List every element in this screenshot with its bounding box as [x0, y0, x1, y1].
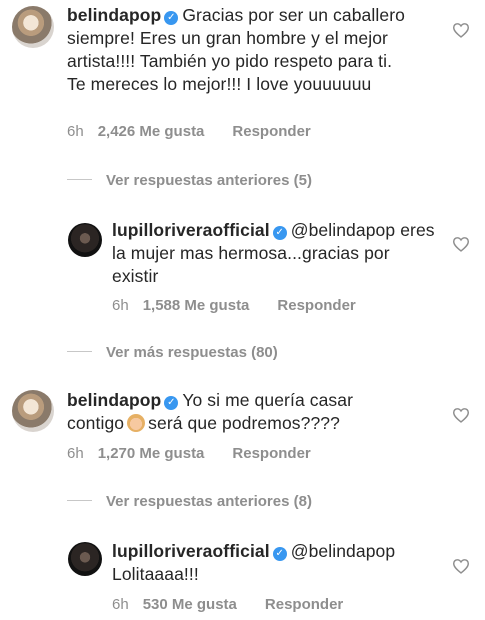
- username[interactable]: belindapop: [67, 5, 161, 25]
- toggle-label: Ver más respuestas (80): [106, 344, 278, 361]
- verified-badge-icon: ✓: [272, 226, 287, 240]
- comment-text-continued: será que podremos????: [148, 413, 340, 433]
- toggle-label: Ver respuestas anteriores (8): [106, 493, 312, 510]
- comment-meta: 6h 2,426 Me gusta Responder: [67, 123, 311, 140]
- view-more-replies-button[interactable]: Ver más respuestas (80): [67, 344, 278, 361]
- comment-text: Lolitaaaa!!!: [112, 564, 199, 584]
- heart-outline-icon[interactable]: [452, 22, 470, 38]
- divider: [67, 179, 92, 180]
- mention-link[interactable]: @belindapop: [291, 541, 396, 561]
- like-count[interactable]: 1,270 Me gusta: [98, 445, 205, 462]
- heart-outline-icon[interactable]: [452, 558, 470, 574]
- verified-badge-icon: ✓: [272, 547, 287, 561]
- view-previous-replies-button[interactable]: Ver respuestas anteriores (5): [67, 172, 312, 189]
- like-count[interactable]: 530 Me gusta: [143, 596, 237, 613]
- avatar[interactable]: [68, 223, 102, 257]
- like-count[interactable]: 1,588 Me gusta: [143, 297, 250, 314]
- divider: [67, 351, 92, 352]
- avatar[interactable]: [12, 6, 54, 48]
- view-previous-replies-button[interactable]: Ver respuestas anteriores (8): [67, 493, 312, 510]
- username[interactable]: belindapop: [67, 390, 161, 410]
- comment-body: lupilloriveraofficial ✓ @belindapop eres l…: [112, 219, 437, 288]
- reply-button[interactable]: Responder: [265, 596, 343, 613]
- comment-body: belindapop ✓ Yo si me quería casar contigo…: [67, 389, 412, 435]
- avatar[interactable]: [68, 542, 102, 576]
- timestamp[interactable]: 6h: [112, 596, 129, 613]
- verified-badge-icon: ✓: [164, 396, 179, 410]
- timestamp[interactable]: 6h: [67, 445, 84, 462]
- comment-meta: 6h 1,270 Me gusta Responder: [67, 445, 311, 462]
- reply-button[interactable]: Responder: [232, 123, 310, 140]
- comment-body: lupilloriveraofficial ✓ @belindapop Lolita…: [112, 540, 437, 586]
- username[interactable]: lupilloriveraofficial: [112, 220, 270, 240]
- username[interactable]: lupilloriveraofficial: [112, 541, 270, 561]
- reply-button[interactable]: Responder: [277, 297, 355, 314]
- divider: [67, 500, 92, 501]
- person-gesturing-emoji: [127, 414, 146, 432]
- timestamp[interactable]: 6h: [112, 297, 129, 314]
- comment-body: belindapop ✓ Gracias por ser un caballero …: [67, 4, 412, 96]
- verified-badge-icon: ✓: [164, 11, 179, 25]
- timestamp[interactable]: 6h: [67, 123, 84, 140]
- mention-link[interactable]: @belindapop: [291, 220, 396, 240]
- comment-meta: 6h 530 Me gusta Responder: [112, 596, 343, 613]
- heart-outline-icon[interactable]: [452, 407, 470, 423]
- reply-button[interactable]: Responder: [232, 445, 310, 462]
- heart-outline-icon[interactable]: [452, 236, 470, 252]
- toggle-label: Ver respuestas anteriores (5): [106, 172, 312, 189]
- avatar[interactable]: [12, 390, 54, 432]
- like-count[interactable]: 2,426 Me gusta: [98, 123, 205, 140]
- comment-meta: 6h 1,588 Me gusta Responder: [112, 297, 356, 314]
